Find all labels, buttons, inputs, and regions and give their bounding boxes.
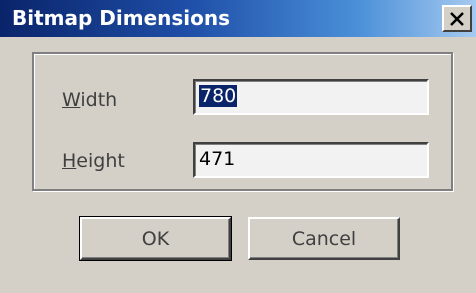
width-label-accelerator: W xyxy=(62,89,81,111)
close-button[interactable] xyxy=(442,5,472,32)
height-value: 471 xyxy=(199,148,236,170)
width-label-rest: idth xyxy=(80,89,118,111)
cancel-button-label: Cancel xyxy=(291,227,357,250)
close-icon xyxy=(450,11,464,26)
width-input[interactable]: 780 xyxy=(193,79,429,115)
window-title: Bitmap Dimensions xyxy=(12,6,231,30)
height-input[interactable]: 471 xyxy=(193,142,429,178)
height-label-accelerator: H xyxy=(62,150,77,172)
width-value: 780 xyxy=(199,85,238,107)
ok-button-label: OK xyxy=(141,227,170,250)
title-bar[interactable]: Bitmap Dimensions xyxy=(0,0,476,37)
height-label-rest: eight xyxy=(76,150,125,172)
ok-button[interactable]: OK xyxy=(79,216,232,261)
bitmap-dimensions-dialog: Bitmap Dimensions Width 780 Height 471 O… xyxy=(0,0,476,293)
cancel-button[interactable]: Cancel xyxy=(248,217,400,260)
height-label: Height xyxy=(62,150,125,172)
width-label: Width xyxy=(62,89,117,111)
